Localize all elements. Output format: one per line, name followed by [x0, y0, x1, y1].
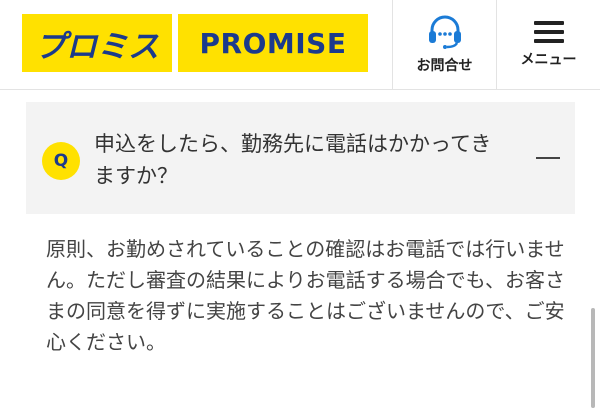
- scrollbar-thumb[interactable]: [591, 308, 595, 408]
- minus-icon[interactable]: [536, 157, 560, 159]
- menu-label: メニュー: [520, 52, 577, 68]
- faq-question-toggle[interactable]: Q 申込をしたら、勤務先に電話はかかってき ますか？: [26, 102, 575, 214]
- logo-katakana: プロミス: [22, 14, 172, 72]
- logo-english: PROMISE: [178, 14, 368, 72]
- contact-label: お問合せ: [416, 58, 473, 74]
- menu-button[interactable]: メニュー: [496, 0, 600, 90]
- question-line-2: ますか？: [94, 164, 178, 188]
- site-header: プロミス PROMISE お問合せ メニュー: [0, 0, 600, 90]
- faq-answer-text: 原則、お勤めされていることの確認はお電話では行いません。ただし審査の結果によりお…: [46, 237, 565, 354]
- promise-logo-link[interactable]: プロミス PROMISE: [22, 14, 368, 72]
- page: プロミス PROMISE お問合せ メニュー Q 申込をしたら、勤務先に電話はか…: [0, 0, 600, 418]
- question-badge: Q: [42, 142, 80, 180]
- hamburger-menu-icon: [533, 21, 564, 43]
- contact-button[interactable]: お問合せ: [392, 0, 496, 90]
- question-text: 申込をしたら、勤務先に電話はかかってき ますか？: [94, 128, 524, 192]
- headset-icon: [425, 15, 465, 49]
- question-line-1: 申込をしたら、勤務先に電話はかかってき: [94, 132, 492, 156]
